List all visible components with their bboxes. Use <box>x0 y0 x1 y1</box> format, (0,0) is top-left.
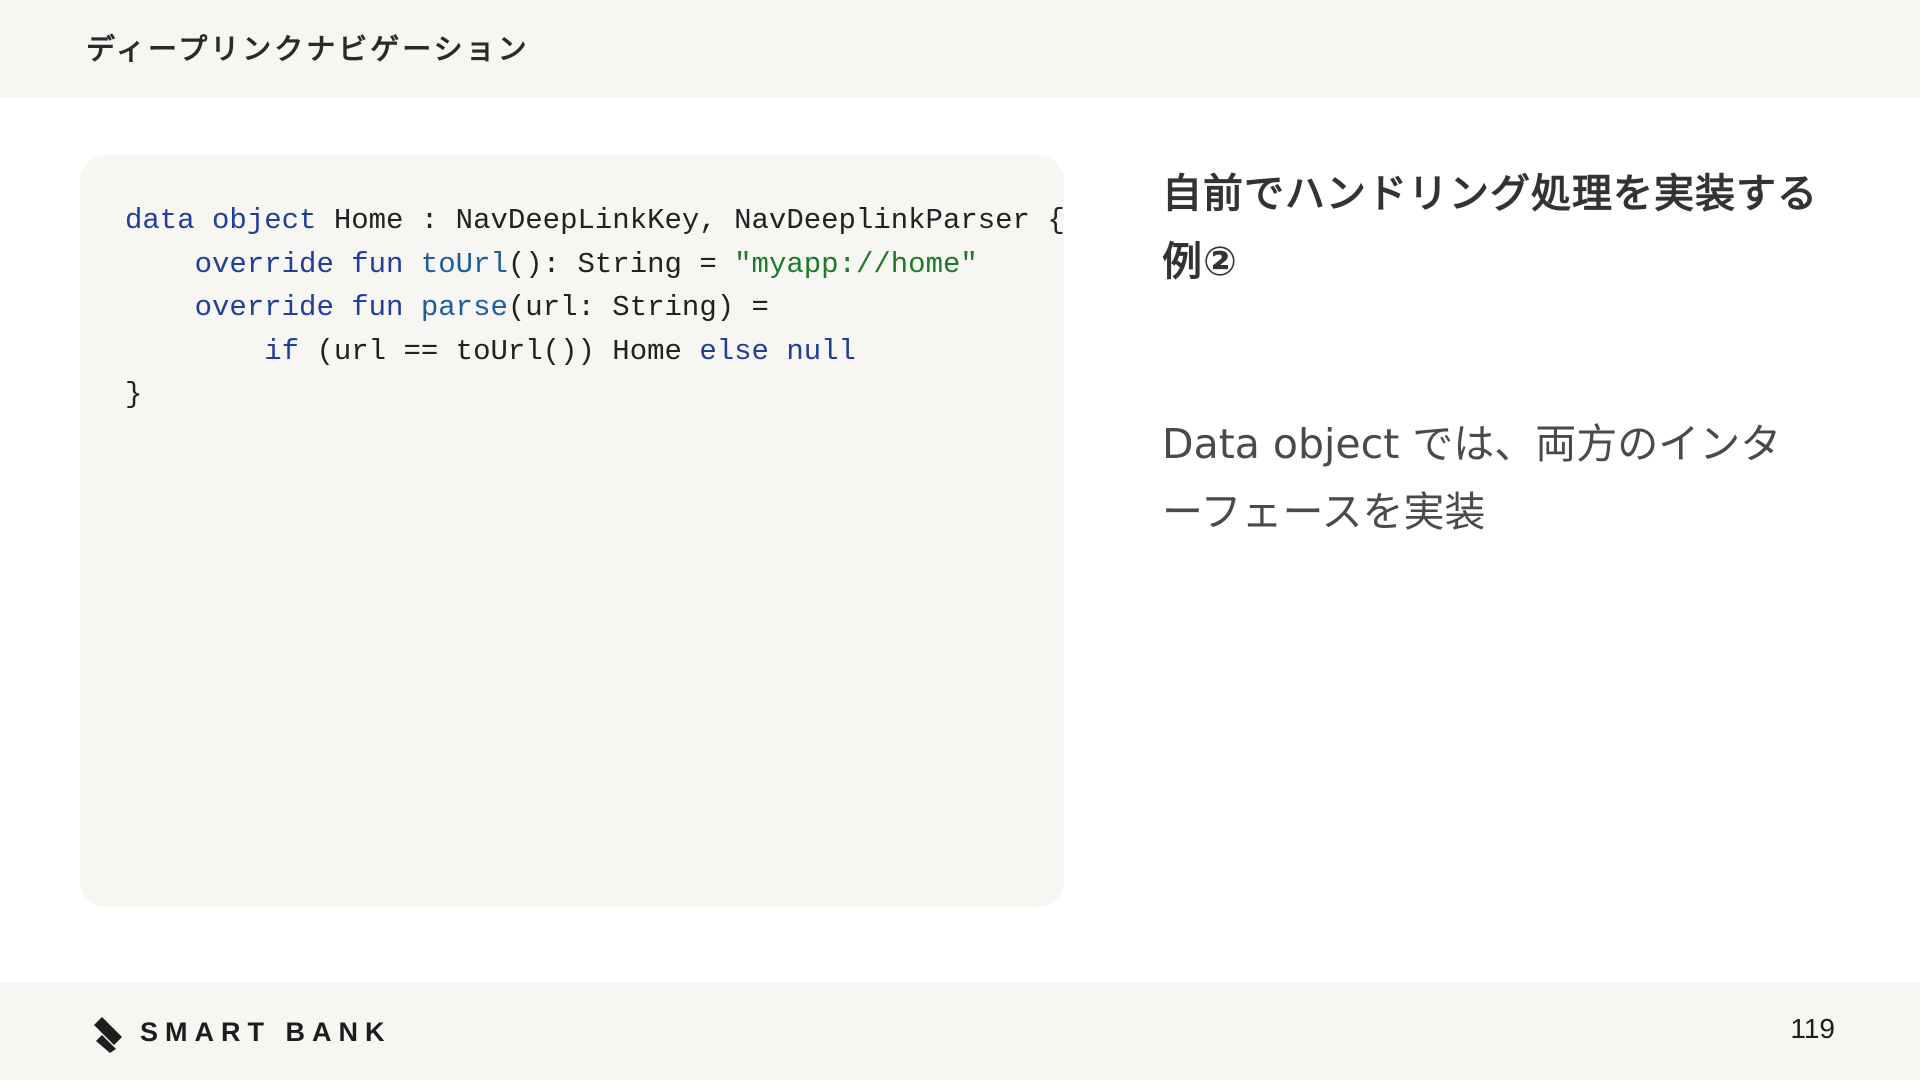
smartbank-logo-icon <box>94 1017 122 1053</box>
code-token-plain: } <box>125 378 143 411</box>
code-token-fn: toUrl <box>420 247 508 281</box>
code-text: data object Home : NavDeepLinkKey, NavDe… <box>125 199 1065 417</box>
code-token-plain: (url == toUrl()) Home <box>299 334 700 368</box>
code-token-kw: override fun <box>194 291 404 324</box>
code-token-kw: else null <box>699 334 856 368</box>
code-line: data object Home : NavDeepLinkKey, NavDe… <box>125 199 1065 243</box>
company-logo: SMART BANK <box>92 1011 392 1053</box>
slide-title: ディープリンクナビゲーション <box>86 32 530 66</box>
code-token-str: "myapp://home" <box>734 247 978 281</box>
code-line: } <box>125 373 1065 417</box>
code-token-kw: override fun <box>194 247 404 281</box>
code-line: if (url == toUrl()) Home else null <box>125 330 1065 374</box>
code-line: override fun toUrl(): String = "myapp://… <box>125 243 1065 287</box>
page-number: 119 <box>1790 1013 1835 1044</box>
logo-wordmark: SMART BANK <box>140 1016 392 1047</box>
code-token-plain: Home : NavDeepLinkKey, NavDeeplinkParser… <box>316 204 1065 237</box>
code-token-plain: (): String = <box>507 247 735 281</box>
slide-header: ディープリンクナビゲーション <box>0 0 1920 97</box>
code-token-plain: (url: String) = <box>507 291 769 324</box>
code-token-kw: if <box>264 334 300 368</box>
code-token-fn: parse <box>420 291 508 324</box>
section-body-text: Data object では、両方のインターフェースを実装 <box>1162 420 1782 536</box>
code-block: data object Home : NavDeepLinkKey, NavDe… <box>80 155 1065 907</box>
code-line: override fun parse(url: String) = <box>125 286 1065 330</box>
code-token-kw: data object <box>125 204 317 237</box>
section-heading: 自前でハンドリング処理を実装する例② <box>1162 171 1818 285</box>
